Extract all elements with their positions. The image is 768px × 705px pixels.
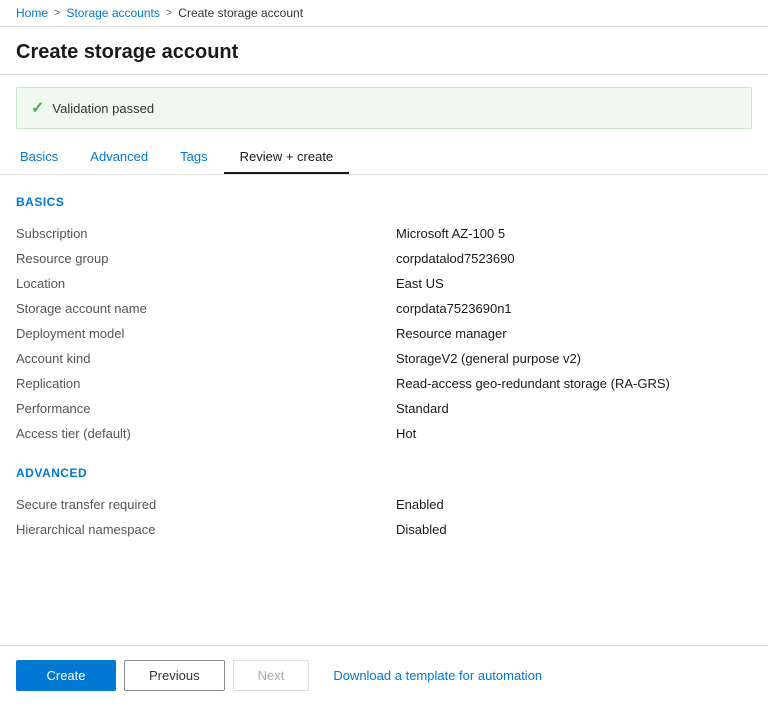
page-title: Create storage account — [16, 41, 752, 64]
footer-bar: Create Previous Next Download a template… — [0, 645, 768, 705]
template-link[interactable]: Download a template for automation — [325, 661, 550, 690]
table-row: Resource group corpdatalod7523690 — [16, 246, 752, 271]
table-row: Access tier (default) Hot — [16, 421, 752, 446]
breadcrumb-storage-accounts[interactable]: Storage accounts — [66, 6, 159, 20]
row-label: Location — [16, 276, 396, 291]
breadcrumb-sep-1: > — [54, 7, 60, 19]
tab-tags[interactable]: Tags — [164, 141, 223, 174]
table-row: Location East US — [16, 271, 752, 296]
row-label: Subscription — [16, 226, 396, 241]
table-row: Replication Read-access geo-redundant st… — [16, 371, 752, 396]
row-value: Resource manager — [396, 326, 752, 341]
tab-basics[interactable]: Basics — [16, 141, 74, 174]
tab-bar: Basics Advanced Tags Review + create — [0, 141, 768, 175]
breadcrumb-home[interactable]: Home — [16, 6, 48, 20]
row-value: corpdatalod7523690 — [396, 251, 752, 266]
row-label: Resource group — [16, 251, 396, 266]
row-label: Secure transfer required — [16, 497, 396, 512]
create-button[interactable]: Create — [16, 660, 116, 691]
row-label: Storage account name — [16, 301, 396, 316]
row-label: Hierarchical namespace — [16, 522, 396, 537]
row-value: East US — [396, 276, 752, 291]
advanced-section-header: ADVANCED — [16, 466, 752, 480]
row-value: Standard — [396, 401, 752, 416]
table-row: Performance Standard — [16, 396, 752, 421]
row-value: Disabled — [396, 522, 752, 537]
advanced-table: Secure transfer required Enabled Hierarc… — [16, 492, 752, 542]
row-value: Hot — [396, 426, 752, 441]
row-value: corpdata7523690n1 — [396, 301, 752, 316]
table-row: Secure transfer required Enabled — [16, 492, 752, 517]
row-label: Deployment model — [16, 326, 396, 341]
page-header: Create storage account — [0, 27, 768, 75]
validation-banner: ✓ Validation passed — [16, 87, 752, 129]
row-value: Enabled — [396, 497, 752, 512]
breadcrumb-bar: Home > Storage accounts > Create storage… — [0, 0, 768, 27]
table-row: Account kind StorageV2 (general purpose … — [16, 346, 752, 371]
row-value: Read-access geo-redundant storage (RA-GR… — [396, 376, 752, 391]
breadcrumb-sep-2: > — [166, 7, 172, 19]
check-icon: ✓ — [31, 98, 44, 118]
row-label: Replication — [16, 376, 396, 391]
breadcrumb: Home > Storage accounts > Create storage… — [16, 6, 303, 20]
row-label: Performance — [16, 401, 396, 416]
row-label: Access tier (default) — [16, 426, 396, 441]
previous-button[interactable]: Previous — [124, 660, 225, 691]
row-value: StorageV2 (general purpose v2) — [396, 351, 752, 366]
row-label: Account kind — [16, 351, 396, 366]
table-row: Deployment model Resource manager — [16, 321, 752, 346]
validation-message: Validation passed — [52, 101, 154, 116]
basics-section-header: BASICS — [16, 195, 752, 209]
row-value: Microsoft AZ-100 5 — [396, 226, 752, 241]
table-row: Subscription Microsoft AZ-100 5 — [16, 221, 752, 246]
tab-review-create[interactable]: Review + create — [224, 141, 350, 174]
tab-advanced[interactable]: Advanced — [74, 141, 164, 174]
basics-table: Subscription Microsoft AZ-100 5 Resource… — [16, 221, 752, 446]
next-button: Next — [233, 660, 310, 691]
breadcrumb-current: Create storage account — [178, 6, 303, 20]
table-row: Storage account name corpdata7523690n1 — [16, 296, 752, 321]
table-row: Hierarchical namespace Disabled — [16, 517, 752, 542]
main-content: BASICS Subscription Microsoft AZ-100 5 R… — [0, 175, 768, 582]
